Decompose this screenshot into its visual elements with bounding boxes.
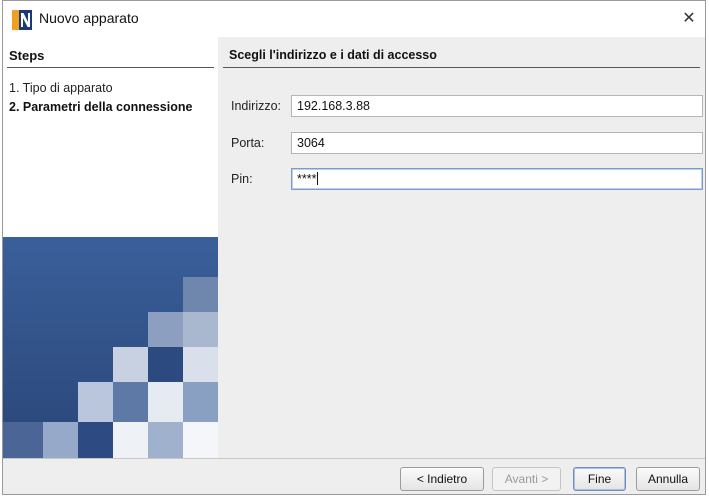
steps-title: Steps (9, 48, 45, 63)
pin-field[interactable]: **** (291, 168, 703, 190)
form-title: Scegli l'indirizzo e i dati di accesso (229, 48, 437, 62)
address-field[interactable]: 192.168.3.88 (291, 95, 703, 117)
button-bar: < Indietro Avanti > Fine Annulla (3, 458, 705, 494)
wizard-window: Nuovo apparato ✕ Steps 1. Tipo di appara… (2, 0, 706, 495)
form-divider (223, 67, 700, 68)
port-field[interactable]: 3064 (291, 132, 703, 154)
close-icon: ✕ (682, 8, 696, 27)
steps-panel: Steps 1. Tipo di apparato 2. Parametri d… (3, 37, 218, 458)
steps-divider (7, 67, 214, 68)
address-value: 192.168.3.88 (297, 99, 370, 113)
pin-value: **** (297, 172, 317, 186)
window-title: Nuovo apparato (39, 10, 139, 26)
app-logo-icon (12, 10, 32, 30)
port-label: Porta: (231, 136, 265, 150)
back-button[interactable]: < Indietro (400, 467, 484, 491)
close-button[interactable]: ✕ (677, 7, 701, 29)
title-bar: Nuovo apparato ✕ (3, 1, 705, 37)
step-2: 2. Parametri della connessione (9, 100, 193, 114)
port-value: 3064 (297, 136, 325, 150)
pin-label: Pin: (231, 172, 253, 186)
wizard-side-image (3, 237, 218, 458)
cancel-button[interactable]: Annulla (636, 467, 700, 491)
form-panel: Scegli l'indirizzo e i dati di accesso I… (218, 37, 705, 458)
text-caret (317, 172, 319, 185)
address-label: Indirizzo: (231, 99, 282, 113)
step-1: 1. Tipo di apparato (9, 81, 113, 95)
next-button[interactable]: Avanti > (492, 467, 561, 491)
finish-button[interactable]: Fine (573, 467, 626, 491)
